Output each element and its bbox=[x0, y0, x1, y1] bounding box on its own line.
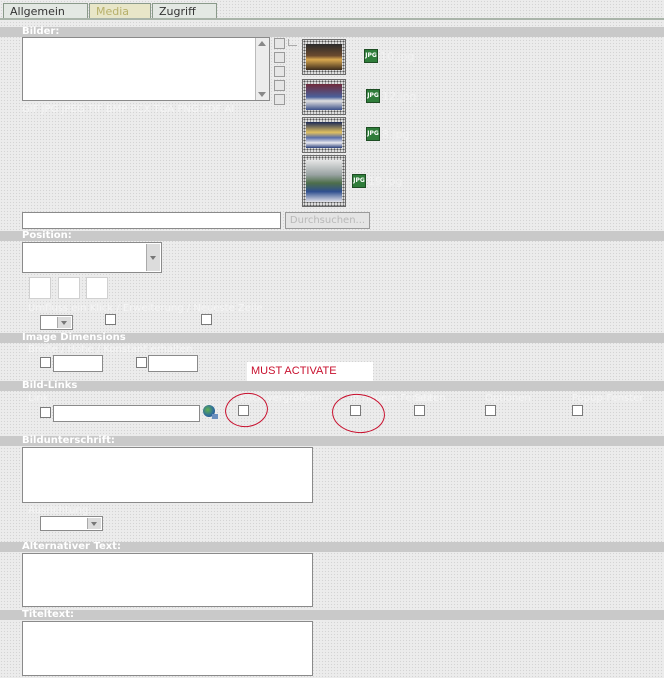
checkbox-pages[interactable] bbox=[414, 405, 425, 416]
position-box-left[interactable] bbox=[29, 277, 51, 299]
section-header-position: Position: bbox=[0, 231, 664, 241]
chevron-down-icon[interactable] bbox=[57, 317, 71, 328]
allowed-file-types: GIF JPG JPEG TIF BMP PCX TGA PNG PDF AI bbox=[22, 104, 235, 115]
jpg-file-icon: JPG bbox=[364, 49, 378, 63]
checkbox-click-enlarge[interactable] bbox=[105, 314, 116, 325]
tab-label: Zugriff bbox=[159, 5, 196, 18]
new-row-select[interactable] bbox=[40, 315, 73, 330]
section-header-alt-text: Alternativer Text: bbox=[0, 542, 664, 552]
jpg-file-icon: JPG bbox=[366, 127, 380, 141]
thumbnail-image bbox=[302, 117, 346, 153]
title-text-textarea[interactable] bbox=[22, 621, 313, 676]
tab-label: Allgemein bbox=[10, 5, 65, 18]
caption-textarea[interactable] bbox=[22, 447, 313, 503]
position-select[interactable] bbox=[22, 242, 162, 273]
section-header-image-dimensions: Image Dimensions bbox=[0, 333, 664, 343]
link-option-label: Seiten bbox=[414, 393, 446, 404]
move-up-button[interactable] bbox=[274, 38, 285, 49]
dimensions-sublabel: Breite / Höhe / Konstant erhalten bbox=[28, 344, 193, 355]
chevron-down-icon[interactable] bbox=[146, 244, 160, 271]
checkbox-link[interactable] bbox=[40, 407, 51, 418]
section-header-bilder: Bilder: bbox=[0, 27, 664, 37]
jpg-file-icon: JPG bbox=[366, 89, 380, 103]
chevron-down-icon[interactable] bbox=[87, 518, 101, 529]
thumbnail-scene bbox=[306, 122, 342, 148]
thumbnail-image bbox=[302, 79, 346, 115]
scroll-up-icon[interactable] bbox=[258, 41, 266, 46]
checkbox-newest-row[interactable] bbox=[201, 314, 212, 325]
move-bottom-button[interactable] bbox=[274, 80, 285, 91]
browse-button[interactable]: Durchsuchen... bbox=[285, 212, 370, 229]
move-top-button[interactable] bbox=[274, 66, 285, 77]
width-input[interactable] bbox=[53, 355, 103, 372]
tab-underline bbox=[0, 18, 664, 20]
file-name: 10.jpg bbox=[380, 50, 415, 63]
caption-align-select[interactable] bbox=[40, 516, 103, 531]
thumbnail-scene bbox=[306, 160, 342, 202]
section-header-bild-links: Bild-Links bbox=[0, 381, 664, 391]
link-label: Link bbox=[28, 393, 49, 404]
file-name: 19.jpg bbox=[368, 175, 403, 188]
checkbox-height[interactable] bbox=[136, 357, 147, 368]
listbox-scrollbar[interactable] bbox=[255, 38, 269, 100]
height-input[interactable] bbox=[148, 355, 198, 372]
checkbox-options[interactable] bbox=[485, 405, 496, 416]
tab-zugriff[interactable]: Zugriff bbox=[152, 3, 217, 18]
file-name: 8.jpg bbox=[382, 128, 410, 141]
thumbnail-image bbox=[302, 39, 346, 75]
delete-trash-icon[interactable] bbox=[274, 94, 285, 105]
browse-arrow-icon[interactable] bbox=[288, 39, 297, 46]
annotation-text: MUST ACTIVATE bbox=[251, 365, 337, 377]
position-options-label: Umfluss ein Klick / Erweiterung / Neuest… bbox=[28, 303, 263, 314]
section-header-bildunterschrift: Bildunterschrift: bbox=[0, 436, 664, 446]
checkbox-width[interactable] bbox=[40, 357, 51, 368]
link-option-label: Optionen bbox=[485, 393, 531, 404]
tab-label: Media bbox=[96, 5, 130, 18]
thumbnail-scene bbox=[306, 44, 342, 70]
scroll-down-icon[interactable] bbox=[258, 92, 266, 97]
position-box-right[interactable] bbox=[86, 277, 108, 299]
images-listbox[interactable] bbox=[22, 37, 270, 101]
tab-bar: Allgemein Media Zugriff bbox=[0, 0, 664, 20]
alt-text-textarea[interactable] bbox=[22, 553, 313, 607]
thumbnail-image bbox=[302, 155, 346, 207]
caption-align-label: Ausrichtung: bbox=[28, 505, 92, 516]
tab-media[interactable]: Media bbox=[89, 3, 151, 18]
jpg-file-icon: JPG bbox=[352, 174, 366, 188]
link-url-input[interactable] bbox=[53, 405, 200, 422]
file-name: 12.jpg bbox=[382, 90, 417, 103]
link-option-label: Popup-Fenster bbox=[572, 393, 644, 404]
tab-allgemein[interactable]: Allgemein bbox=[3, 3, 88, 18]
file-upload-input[interactable] bbox=[22, 212, 281, 229]
move-down-button[interactable] bbox=[274, 52, 285, 63]
section-header-titeltext: Titeltext: bbox=[0, 610, 664, 620]
position-box-center[interactable] bbox=[58, 277, 80, 299]
checkbox-popup-window[interactable] bbox=[572, 405, 583, 416]
browse-link-icon[interactable] bbox=[212, 414, 218, 419]
thumbnail-scene bbox=[306, 84, 342, 110]
